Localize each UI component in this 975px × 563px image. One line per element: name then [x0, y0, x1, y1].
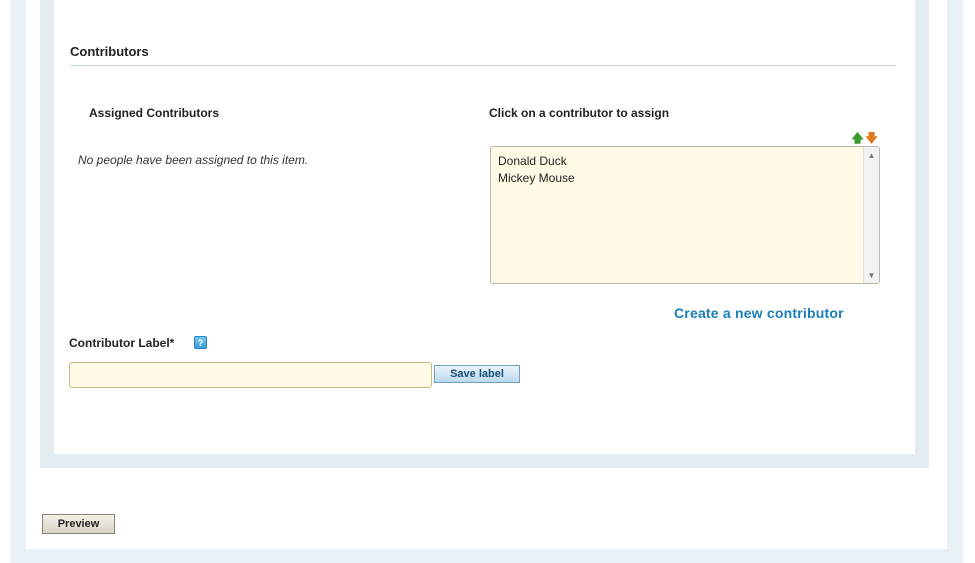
- contributor-label-input[interactable]: [69, 362, 432, 388]
- create-contributor-link[interactable]: Create a new contributor: [674, 305, 844, 321]
- list-item[interactable]: Donald Duck: [498, 153, 859, 170]
- assign-contributor-heading: Click on a contributor to assign: [489, 106, 670, 120]
- arrow-up-icon[interactable]: 🡅: [851, 131, 864, 144]
- page: Contributors Assigned Contributors No pe…: [0, 0, 975, 563]
- arrow-down-icon[interactable]: 🡇: [865, 131, 878, 144]
- list-item[interactable]: Mickey Mouse: [498, 170, 859, 187]
- available-contributors-list[interactable]: Donald Duck Mickey Mouse ▲ ▼: [490, 146, 880, 284]
- section-title: Contributors: [70, 44, 149, 59]
- scroll-up-icon[interactable]: ▲: [864, 147, 879, 163]
- assigned-contributors-heading: Assigned Contributors: [89, 106, 220, 120]
- info-icon[interactable]: ?: [194, 336, 207, 349]
- scroll-down-icon[interactable]: ▼: [864, 267, 879, 283]
- list-scrollbar[interactable]: ▲ ▼: [863, 147, 879, 283]
- outer-frame-right: [947, 0, 963, 563]
- save-label-button[interactable]: Save label: [434, 365, 520, 383]
- contributor-options: Donald Duck Mickey Mouse: [498, 153, 859, 187]
- contributor-label-title: Contributor Label*: [69, 336, 175, 350]
- outer-frame-bottom: [10, 549, 963, 563]
- preview-button[interactable]: Preview: [42, 514, 115, 534]
- section-divider: [70, 65, 896, 66]
- assigned-empty-message: No people have been assigned to this ite…: [78, 153, 309, 167]
- reorder-controls: 🡅 🡇: [851, 131, 878, 145]
- outer-frame-left: [10, 0, 26, 549]
